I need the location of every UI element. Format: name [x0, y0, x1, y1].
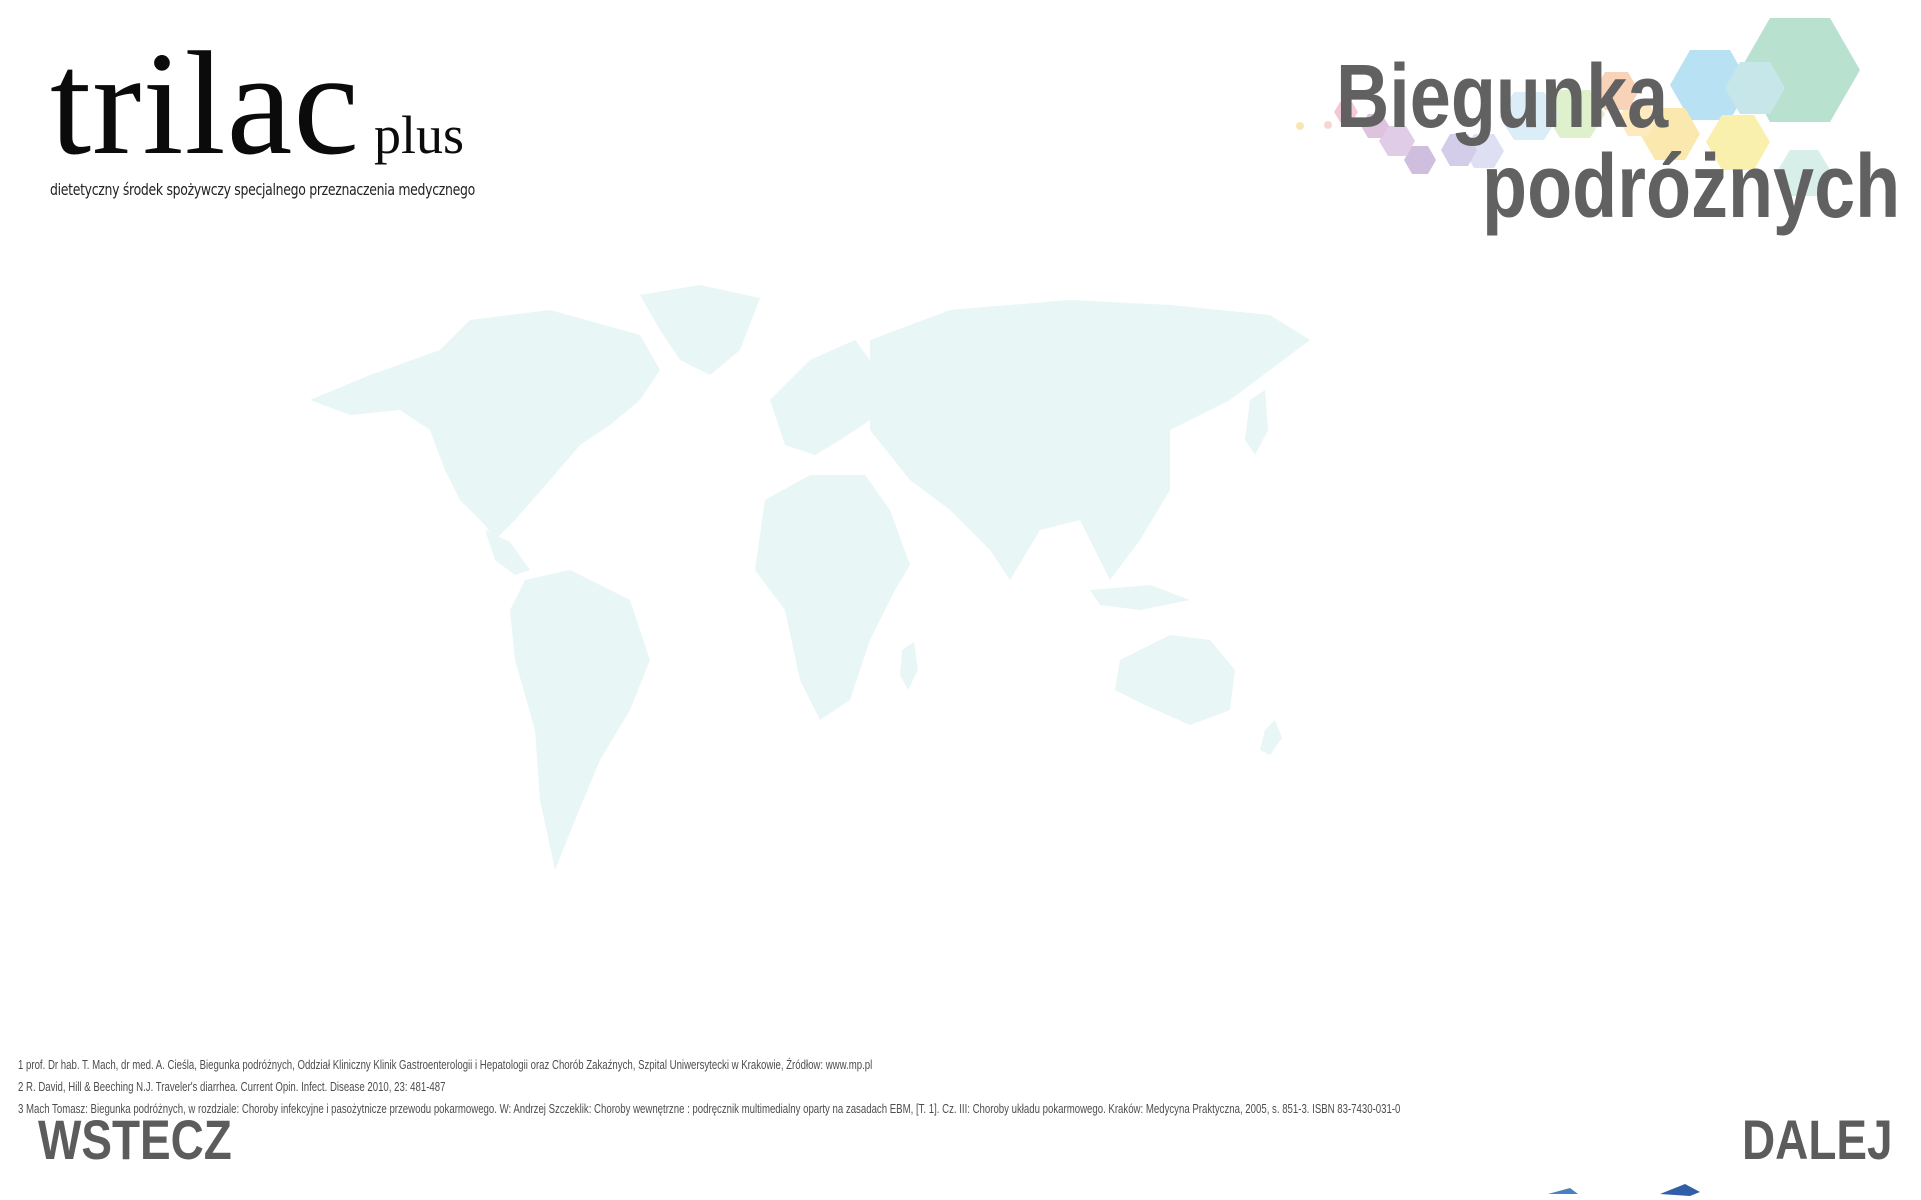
back-button[interactable]: WSTECZ — [38, 1112, 232, 1168]
map-asia — [870, 300, 1310, 580]
map-indonesia — [1090, 585, 1190, 610]
map-south-america — [510, 570, 650, 870]
brand-name: trilac — [50, 22, 361, 186]
partner-logo-icon — [1548, 1184, 1700, 1196]
map-new-zealand — [1260, 720, 1282, 755]
brand-suffix: plus — [374, 105, 465, 165]
brand-tagline: dietetyczny środek spożywczy specjalnego… — [50, 180, 475, 199]
world-map — [310, 285, 1310, 870]
map-japan — [1245, 390, 1268, 455]
map-africa — [755, 475, 910, 720]
map-australia — [1115, 635, 1235, 725]
map-madagascar — [900, 642, 918, 690]
map-europe — [770, 340, 885, 455]
map-central-america — [485, 530, 530, 575]
hero-title-block: Biegunka podróżnych — [1270, 10, 1921, 240]
hero-title-line1: Biegunka — [1336, 47, 1669, 147]
next-button[interactable]: DALEJ — [1742, 1112, 1893, 1168]
brand-logo: trilac plus dietetyczny środek spożywczy … — [50, 30, 595, 199]
reference-2: 2 R. David, Hill & Beeching N.J. Travele… — [18, 1079, 446, 1094]
reference-1: 1 prof. Dr hab. T. Mach, dr med. A. Cieś… — [18, 1057, 873, 1072]
references: 1 prof. Dr hab. T. Mach, dr med. A. Cieś… — [18, 1054, 1718, 1120]
map-north-america — [310, 310, 660, 540]
hero-title-line2: podróżnych — [1482, 137, 1901, 237]
map-greenland — [640, 285, 760, 375]
